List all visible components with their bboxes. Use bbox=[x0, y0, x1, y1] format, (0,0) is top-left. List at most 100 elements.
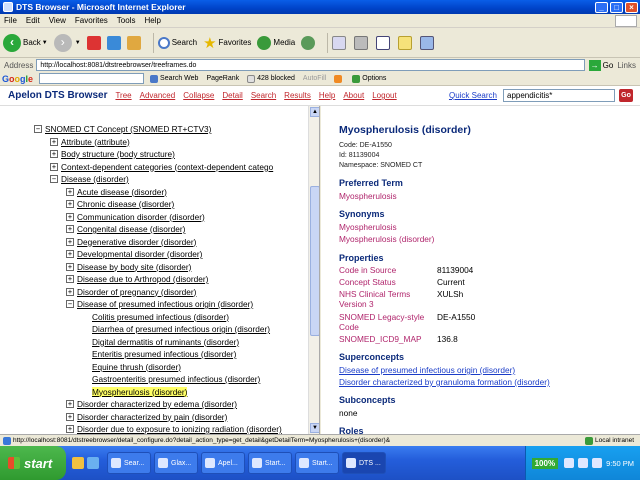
start-button[interactable]: start bbox=[0, 446, 66, 480]
tree-node-label[interactable]: Diarrhea of presumed infectious origin (… bbox=[92, 324, 270, 334]
options-button[interactable]: Options bbox=[352, 74, 386, 83]
taskbar-item-active[interactable]: DTS ... bbox=[342, 452, 386, 474]
messenger-icon[interactable] bbox=[420, 35, 435, 50]
tree-node-label[interactable]: Disorder due to exposure to ionizing rad… bbox=[77, 424, 282, 434]
taskbar-item[interactable]: Apel... bbox=[201, 452, 245, 474]
expand-icon[interactable]: + bbox=[66, 400, 74, 408]
tree-node-label[interactable]: Disorder of pregnancy (disorder) bbox=[77, 287, 196, 297]
tree-node-label[interactable]: Disorder characterized by pain (disorder… bbox=[77, 412, 227, 422]
menu-favorites[interactable]: Favorites bbox=[75, 16, 108, 25]
collapse-icon[interactable]: − bbox=[50, 175, 58, 183]
superconcept-link[interactable]: Disease of presumed infectious origin (d… bbox=[339, 365, 515, 375]
expand-icon[interactable]: + bbox=[66, 200, 74, 208]
links-label[interactable]: Links bbox=[617, 61, 636, 70]
discuss-icon[interactable] bbox=[398, 35, 413, 50]
autofill-button[interactable]: AutoFill bbox=[303, 75, 326, 82]
tree-node-label[interactable]: Gastroenteritis presumed infectious (dis… bbox=[92, 374, 260, 384]
taskbar-item[interactable]: Start... bbox=[248, 452, 292, 474]
menu-edit[interactable]: Edit bbox=[26, 16, 40, 25]
quicklaunch-folder-icon[interactable] bbox=[72, 457, 84, 469]
history-icon[interactable] bbox=[301, 35, 316, 50]
taskbar-item[interactable]: Start... bbox=[295, 452, 339, 474]
taskbar-item[interactable]: Glax... bbox=[154, 452, 198, 474]
tree-scrollbar[interactable]: ▲ ▼ bbox=[308, 106, 319, 434]
address-input[interactable]: http://localhost:8081/dtstreebrowser/tre… bbox=[36, 59, 585, 71]
tree-node-label[interactable]: Context-dependent categories (context-de… bbox=[61, 162, 273, 172]
menu-view[interactable]: View bbox=[49, 16, 66, 25]
minimize-button[interactable]: _ bbox=[595, 1, 608, 13]
nav-results[interactable]: Results bbox=[284, 91, 311, 100]
tree-node-label[interactable]: Attribute (attribute) bbox=[61, 137, 130, 147]
menu-tools[interactable]: Tools bbox=[117, 16, 136, 25]
search-web-button[interactable]: Search Web bbox=[150, 74, 198, 83]
tree-node-label[interactable]: Disease by body site (disorder) bbox=[77, 262, 191, 272]
expand-icon[interactable]: + bbox=[66, 262, 74, 271]
tree-node-label[interactable]: Disorder characterized by edema (disorde… bbox=[77, 399, 237, 409]
stop-icon[interactable] bbox=[86, 35, 101, 50]
tree-node-label[interactable]: SNOMED CT Concept (SNOMED RT+CTV3) bbox=[45, 124, 211, 134]
nav-logout[interactable]: Logout bbox=[372, 91, 396, 100]
nav-search[interactable]: Search bbox=[251, 91, 276, 100]
nav-help[interactable]: Help bbox=[319, 91, 335, 100]
collapse-icon[interactable]: − bbox=[34, 125, 42, 133]
tray-icon[interactable] bbox=[592, 458, 603, 468]
tree-node-label[interactable]: Disease (disorder) bbox=[61, 174, 129, 184]
tree-node-label[interactable]: Chronic disease (disorder) bbox=[77, 199, 174, 209]
collapse-icon[interactable]: − bbox=[66, 300, 74, 308]
scroll-down-arrow-icon[interactable]: ▼ bbox=[310, 423, 319, 433]
scroll-thumb[interactable] bbox=[310, 186, 319, 336]
menu-file[interactable]: File bbox=[4, 16, 17, 25]
expand-icon[interactable]: + bbox=[66, 425, 74, 433]
expand-icon[interactable]: + bbox=[66, 187, 74, 196]
rss-button[interactable] bbox=[334, 74, 344, 83]
google-search-input[interactable] bbox=[39, 73, 145, 84]
nav-detail[interactable]: Detail bbox=[222, 91, 242, 100]
expand-icon[interactable]: + bbox=[50, 162, 58, 171]
tree-node-label[interactable]: Communication disorder (disorder) bbox=[77, 212, 205, 222]
google-logo[interactable]: Google bbox=[2, 74, 33, 84]
tree-node-label[interactable]: Congenital disease (disorder) bbox=[77, 224, 185, 234]
quick-search-link[interactable]: Quick Search bbox=[449, 91, 497, 100]
close-button[interactable]: × bbox=[625, 1, 638, 13]
refresh-icon[interactable] bbox=[106, 35, 121, 50]
quick-search-input[interactable]: appendicitis* bbox=[503, 89, 615, 102]
expand-icon[interactable]: + bbox=[66, 275, 74, 283]
scroll-up-arrow-icon[interactable]: ▲ bbox=[310, 107, 319, 117]
tree-node-label[interactable]: Equine thrush (disorder) bbox=[92, 362, 181, 372]
home-icon[interactable] bbox=[126, 35, 141, 50]
expand-icon[interactable]: + bbox=[66, 287, 74, 296]
tree-node-label[interactable]: Colitis presumed infectious (disorder) bbox=[92, 312, 229, 322]
tree-node-label[interactable]: Developmental disorder (disorder) bbox=[77, 249, 202, 259]
expand-icon[interactable]: + bbox=[66, 225, 74, 233]
maximize-button[interactable]: □ bbox=[610, 1, 623, 13]
quicklaunch-ie-icon[interactable] bbox=[87, 457, 99, 469]
media-button[interactable]: Media bbox=[257, 35, 295, 50]
tree-node-label[interactable]: Degenerative disorder (disorder) bbox=[77, 237, 196, 247]
expand-icon[interactable]: + bbox=[66, 212, 74, 221]
menu-help[interactable]: Help bbox=[144, 16, 160, 25]
tree-node-label[interactable]: Disease of presumed infectious origin (d… bbox=[77, 299, 253, 309]
expand-icon[interactable]: + bbox=[50, 137, 58, 146]
tree-node-label[interactable]: Disease due to Arthropod (disorder) bbox=[77, 274, 208, 284]
expand-icon[interactable]: + bbox=[66, 237, 74, 246]
expand-icon[interactable]: + bbox=[50, 150, 58, 158]
pagerank-indicator[interactable]: PageRank bbox=[206, 75, 239, 82]
popup-blocker[interactable]: 428 blocked bbox=[247, 74, 295, 83]
nav-tree[interactable]: Tree bbox=[115, 91, 131, 100]
nav-collapse[interactable]: Collapse bbox=[183, 91, 214, 100]
superconcept-link[interactable]: Disorder characterized by granuloma form… bbox=[339, 377, 550, 387]
tree-node-label-selected[interactable]: Myospherulosis (disorder) bbox=[92, 386, 188, 397]
taskbar-item[interactable]: Sear... bbox=[107, 452, 151, 474]
tree-node-label[interactable]: Acute disease (disorder) bbox=[77, 187, 167, 197]
tray-icon[interactable] bbox=[564, 458, 575, 468]
search-button[interactable]: Search bbox=[157, 36, 197, 49]
edit-icon[interactable] bbox=[376, 35, 391, 50]
mail-icon[interactable] bbox=[332, 35, 347, 50]
quick-search-go-button[interactable]: Go bbox=[619, 89, 633, 102]
nav-advanced[interactable]: Advanced bbox=[140, 91, 176, 100]
back-button[interactable]: ‹ Back ▼ bbox=[3, 33, 48, 52]
tray-icon[interactable] bbox=[578, 458, 589, 468]
forward-button[interactable]: › ▼ bbox=[53, 33, 81, 52]
expand-icon[interactable]: + bbox=[66, 412, 74, 421]
tree-node-label[interactable]: Enteritis presumed infectious (disorder) bbox=[92, 349, 236, 359]
